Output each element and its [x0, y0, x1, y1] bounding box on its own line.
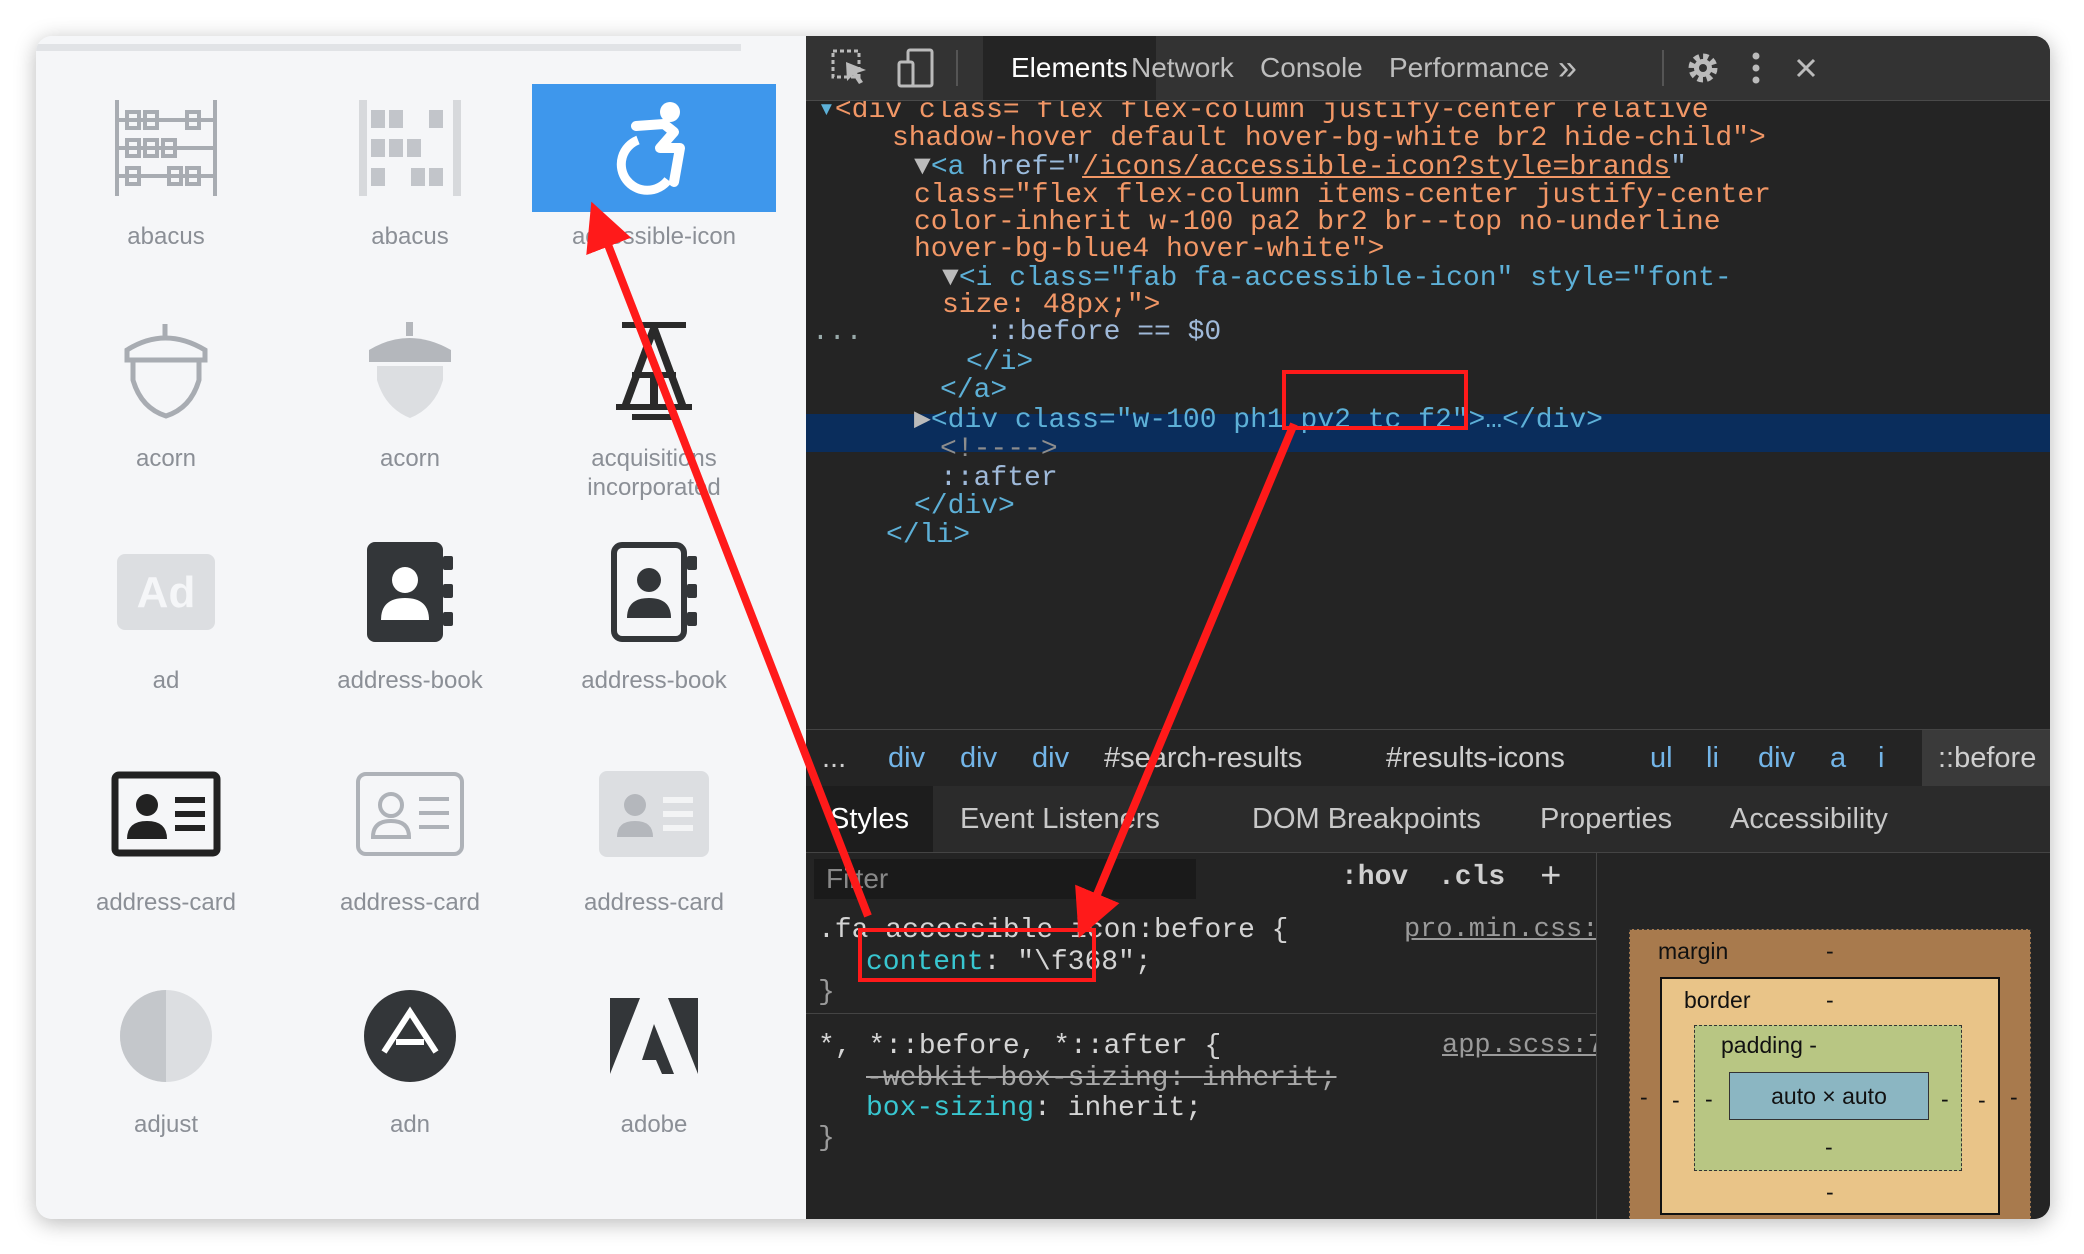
app-window: abacus abacus accessible-icon acorn acor… — [36, 36, 2050, 1219]
red-arrow — [1075, 422, 1298, 939]
red-arrow — [586, 201, 872, 918]
annotation-arrows — [586, 201, 1298, 939]
